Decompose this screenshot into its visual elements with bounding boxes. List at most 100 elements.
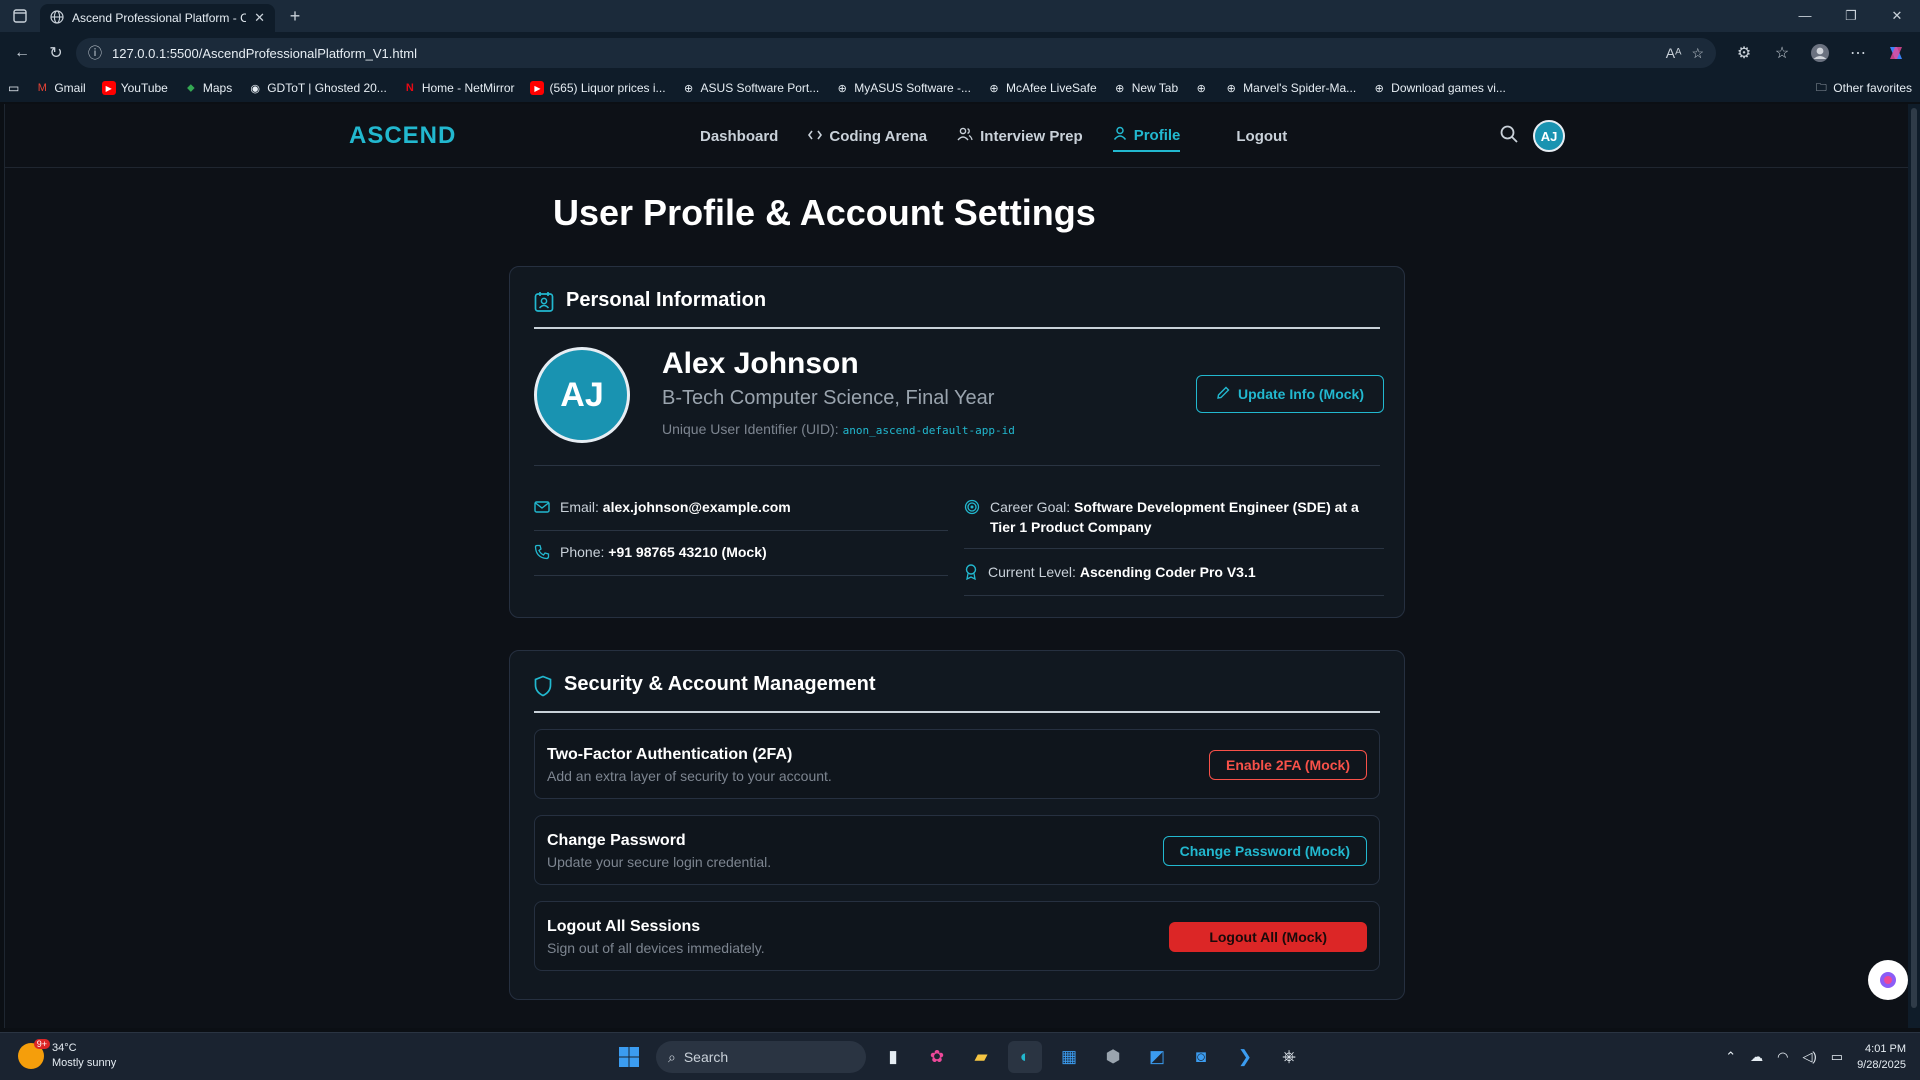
favorites-icon[interactable]: ☆ bbox=[1766, 37, 1798, 69]
onedrive-icon[interactable]: ☁ bbox=[1750, 1049, 1763, 1065]
extensions-icon[interactable]: ⚙ bbox=[1728, 37, 1760, 69]
globe-icon: ⊕ bbox=[1196, 82, 1206, 95]
taskbar-search[interactable]: ⌕ Search bbox=[656, 1041, 866, 1073]
bookmark-new-tab[interactable]: ⊕ New Tab bbox=[1113, 81, 1178, 95]
update-info-button[interactable]: Update Info (Mock) bbox=[1196, 375, 1384, 413]
app-viewport: ASCEND Dashboard Coding Arena Interview … bbox=[4, 104, 1912, 1028]
phone-value: +91 98765 43210 (Mock) bbox=[608, 544, 767, 560]
microsoft-store-icon[interactable]: ▦ bbox=[1052, 1041, 1086, 1073]
close-window-icon[interactable]: ✕ bbox=[1874, 8, 1920, 24]
browser-tab[interactable]: Ascend Professional Platform - C ✕ bbox=[40, 4, 275, 32]
logout-all-button[interactable]: Logout All (Mock) bbox=[1169, 922, 1367, 952]
close-tab-icon[interactable]: ✕ bbox=[254, 10, 265, 26]
netflix-icon: N bbox=[405, 82, 414, 94]
nav-coding-arena[interactable]: Coding Arena bbox=[808, 126, 927, 152]
shield-icon bbox=[534, 675, 552, 703]
bookmark-mcafee[interactable]: ⊕ McAfee LiveSafe bbox=[987, 81, 1096, 95]
ascend-logo[interactable]: ASCEND bbox=[349, 122, 456, 150]
azure-studio-icon[interactable]: ◩ bbox=[1140, 1041, 1174, 1073]
folder-icon: 🗀 bbox=[1815, 81, 1827, 94]
bookmark-gdtot[interactable]: ◉ GDToT | Ghosted 20... bbox=[248, 81, 386, 95]
avatar[interactable]: AJ bbox=[1533, 120, 1565, 152]
bookmark-netmirror[interactable]: N Home - NetMirror bbox=[403, 81, 515, 95]
row-description: Add an extra layer of security to your a… bbox=[547, 768, 832, 784]
tab-actions-icon[interactable] bbox=[0, 0, 40, 32]
read-aloud-icon[interactable]: Aᴬ bbox=[1666, 45, 1682, 61]
search-icon[interactable] bbox=[1499, 124, 1519, 149]
outlook-icon[interactable]: ◙ bbox=[1184, 1041, 1218, 1073]
bookmark-untitled[interactable]: ⊕ bbox=[1194, 81, 1208, 95]
show-hidden-icons[interactable]: ⌃ bbox=[1725, 1049, 1736, 1065]
windows-start-icon[interactable] bbox=[612, 1041, 646, 1073]
bookmark-maps[interactable]: ⬥ Maps bbox=[184, 81, 232, 95]
user-icon bbox=[1113, 126, 1127, 144]
volume-icon[interactable]: ◁) bbox=[1802, 1049, 1816, 1065]
globe-icon: ⊕ bbox=[989, 82, 999, 95]
floating-assistant-button[interactable] bbox=[1868, 960, 1908, 1000]
edge-browser-icon[interactable]: ◐ bbox=[1008, 1041, 1042, 1073]
bookmark-gmail[interactable]: M Gmail bbox=[35, 81, 86, 95]
bookmark-liquor[interactable]: ▶ (565) Liquor prices i... bbox=[530, 81, 666, 95]
nav-profile[interactable]: Profile bbox=[1112, 126, 1181, 152]
pencil-icon bbox=[1216, 386, 1230, 403]
wifi-icon[interactable]: ◠ bbox=[1777, 1049, 1788, 1065]
copilot-icon[interactable] bbox=[1880, 37, 1912, 69]
divider bbox=[534, 465, 1380, 466]
bookmark-asus-portal[interactable]: ⊕ ASUS Software Port... bbox=[682, 81, 819, 95]
system-clock[interactable]: 4:01 PM 9/28/2025 bbox=[1857, 1041, 1906, 1073]
current-level-row: Current Level: Ascending Coder Pro V3.1 bbox=[964, 562, 1384, 596]
address-bar-row: ← ↻ ⓘ 127.0.0.1:5500/AscendProfessionalP… bbox=[0, 32, 1920, 74]
url-field[interactable]: ⓘ 127.0.0.1:5500/AscendProfessionalPlatf… bbox=[76, 38, 1716, 68]
bookmark-spiderman[interactable]: ⊕ Marvel's Spider-Ma... bbox=[1224, 81, 1357, 95]
bookmark-myasus[interactable]: ⊕ MyASUS Software -... bbox=[835, 81, 971, 95]
globe-icon: ⊕ bbox=[1374, 82, 1384, 95]
logout-all-row: Logout All Sessions Sign out of all devi… bbox=[534, 901, 1380, 971]
user-subtitle: B-Tech Computer Science, Final Year bbox=[662, 387, 995, 409]
vscode-icon[interactable]: ❯ bbox=[1228, 1041, 1262, 1073]
task-view-icon[interactable]: ▮ bbox=[876, 1041, 910, 1073]
top-navigation: ASCEND Dashboard Coding Arena Interview … bbox=[5, 104, 1912, 168]
profile-icon[interactable] bbox=[1804, 37, 1836, 69]
chatgpt-icon[interactable]: ⎈ bbox=[1272, 1041, 1306, 1073]
copilot-app-icon[interactable]: ✿ bbox=[920, 1041, 954, 1073]
weather-condition: Mostly sunny bbox=[52, 1057, 117, 1069]
uid-line: Unique User Identifier (UID): anon_ascend… bbox=[662, 421, 1015, 437]
page-scrollbar[interactable] bbox=[1908, 104, 1920, 1028]
phone-icon bbox=[534, 544, 550, 567]
file-explorer-icon[interactable]: ▰ bbox=[964, 1041, 998, 1073]
card-title: Security & Account Management bbox=[564, 673, 876, 695]
change-password-button[interactable]: Change Password (Mock) bbox=[1162, 836, 1367, 866]
battery-icon[interactable]: ▭ bbox=[1831, 1049, 1843, 1065]
other-favorites[interactable]: 🗀 Other favorites bbox=[1814, 81, 1912, 95]
enable-2fa-button[interactable]: Enable 2FA (Mock) bbox=[1209, 750, 1367, 780]
back-icon[interactable]: ← bbox=[8, 37, 36, 69]
minimize-icon[interactable]: — bbox=[1782, 8, 1828, 24]
nav-logout[interactable]: Logout bbox=[1236, 126, 1287, 152]
app-cube-icon[interactable]: ⬢ bbox=[1096, 1041, 1130, 1073]
windows-taskbar: 9+ 34°C Mostly sunny ⌕ Search ▮ ✿ ▰ ◐ ▦ ⬢… bbox=[0, 1032, 1920, 1080]
row-description: Sign out of all devices immediately. bbox=[547, 940, 765, 956]
weather-widget[interactable]: 9+ 34°C Mostly sunny bbox=[18, 1039, 117, 1071]
restore-icon[interactable]: ❐ bbox=[1828, 8, 1874, 24]
new-tab-button[interactable]: + bbox=[279, 6, 311, 27]
info-icon[interactable]: ⓘ bbox=[88, 43, 102, 63]
globe-icon: ⊕ bbox=[837, 82, 847, 95]
change-password-row: Change Password Update your secure login… bbox=[534, 815, 1380, 885]
more-options-icon[interactable]: ⋯ bbox=[1842, 37, 1874, 69]
card-header: Personal Information bbox=[534, 289, 1380, 329]
url-text: 127.0.0.1:5500/AscendProfessionalPlatfor… bbox=[112, 45, 417, 61]
nav-interview-prep[interactable]: Interview Prep bbox=[957, 126, 1083, 152]
favorite-star-icon[interactable]: ☆ bbox=[1691, 45, 1704, 62]
award-icon bbox=[964, 564, 978, 587]
nav-dashboard[interactable]: Dashboard bbox=[700, 126, 778, 152]
scrollbar-thumb[interactable] bbox=[1911, 108, 1917, 1008]
gmail-icon: M bbox=[37, 82, 47, 94]
tab-list-icon[interactable]: ▭ bbox=[8, 81, 19, 95]
bookmarks-bar: ▭ M Gmail ▶ YouTube ⬥ Maps ◉ GDToT | Ghosted… bbox=[0, 74, 1920, 102]
bookmark-youtube[interactable]: ▶ YouTube bbox=[101, 81, 168, 95]
mail-icon bbox=[534, 499, 550, 522]
email-value: alex.johnson@example.com bbox=[602, 499, 791, 515]
notification-badge: 9+ bbox=[33, 1039, 50, 1049]
bookmark-download-games[interactable]: ⊕ Download games vi... bbox=[1372, 81, 1506, 95]
refresh-icon[interactable]: ↻ bbox=[42, 37, 70, 69]
